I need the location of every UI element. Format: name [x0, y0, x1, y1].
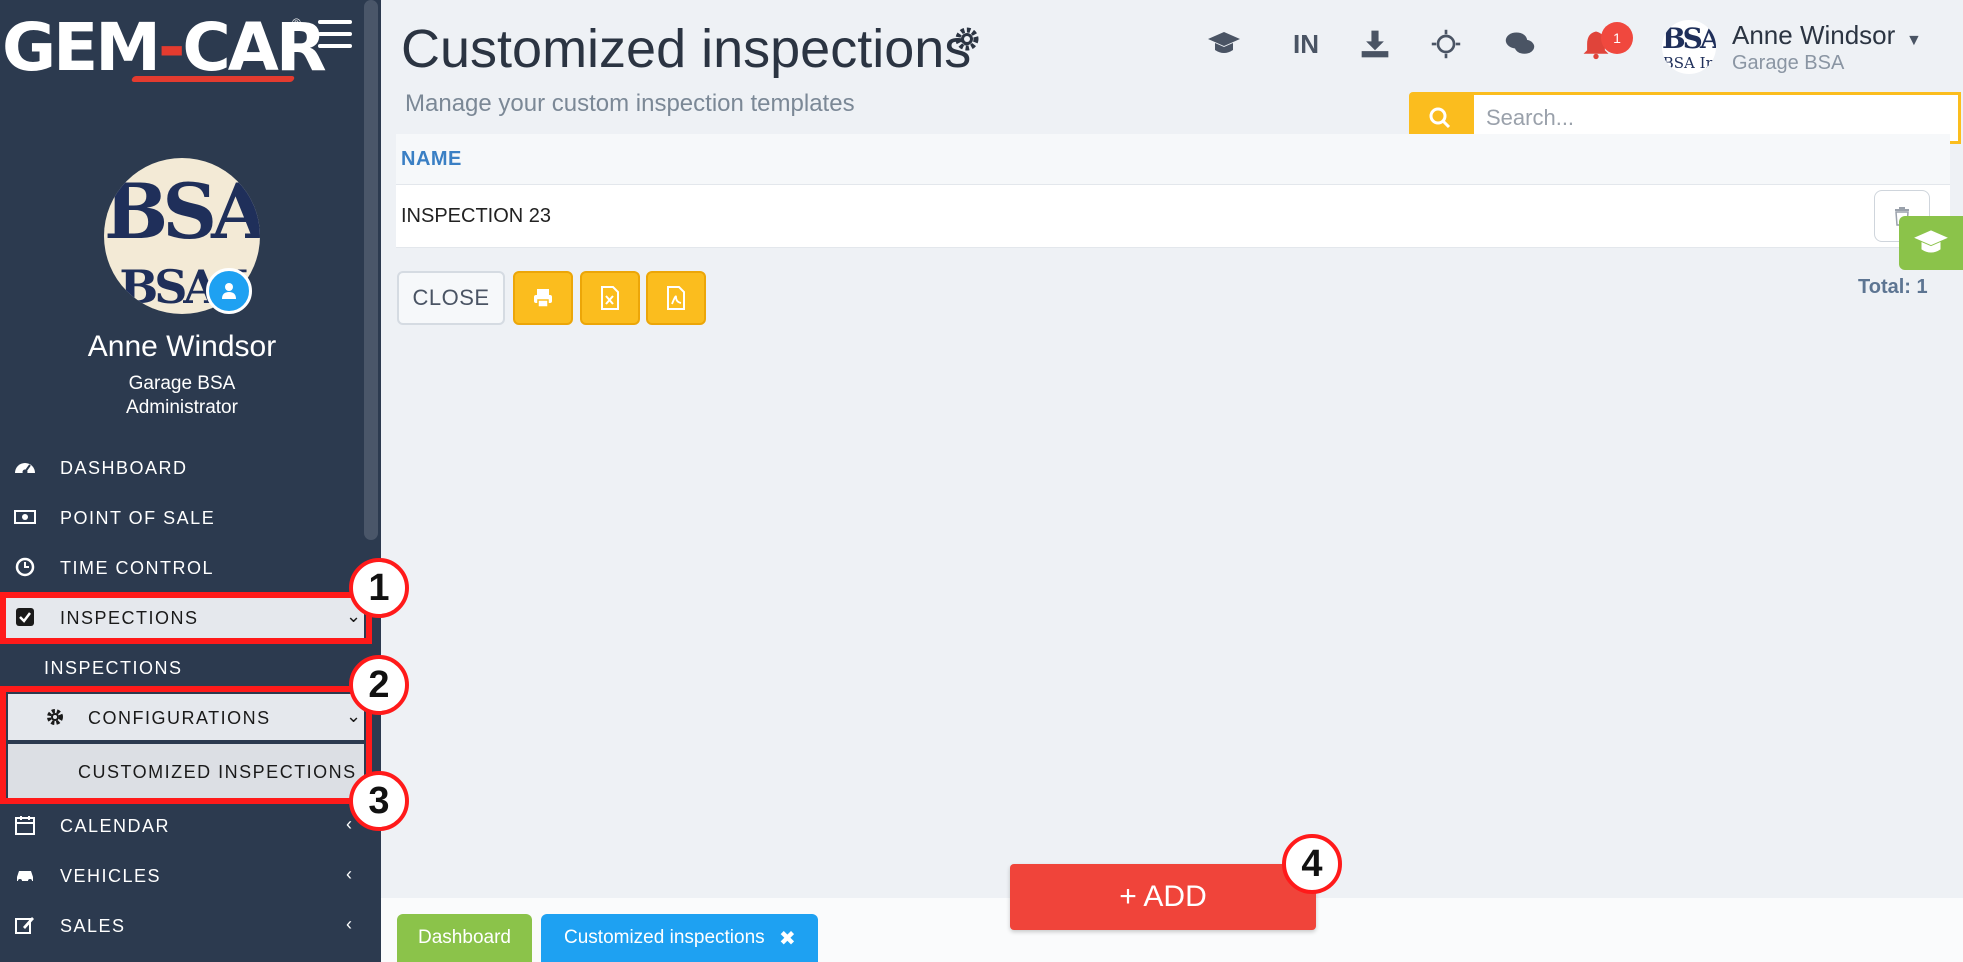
notification-badge: 1	[1601, 22, 1633, 54]
sidebar-item-label: INSPECTIONS	[44, 658, 183, 678]
logo-text: GEM-CAR	[2, 9, 327, 86]
header-user-name[interactable]: Anne Windsor	[1732, 20, 1895, 51]
profile-name: Anne Windsor	[87, 330, 277, 363]
sidebar-item-inspections[interactable]: INSPECTIONS ⌄	[0, 594, 364, 640]
sidebar: GEM-CAR ® BSA BSA I Anne Windsor Garage …	[0, 0, 381, 962]
sidebar-subitem-configurations[interactable]: CONFIGURATIONS ⌄	[8, 694, 364, 740]
header-user-company: Garage BSA	[1732, 52, 1845, 74]
sidebar-subitem-inspections[interactable]: INSPECTIONS	[0, 644, 364, 690]
caret-down-icon[interactable]: ▼	[1906, 32, 1922, 50]
close-button[interactable]: CLOSE	[397, 271, 505, 325]
download-icon[interactable]	[1357, 26, 1393, 62]
print-icon	[534, 289, 552, 308]
sidebar-item-label: VEHICLES	[60, 866, 162, 886]
calendar-icon	[15, 816, 35, 835]
sidebar-item-label: CONFIGURATIONS	[88, 708, 271, 728]
tab-label: Dashboard	[418, 927, 511, 948]
clock-icon	[15, 557, 35, 577]
annotation-marker-4: 4	[1282, 834, 1342, 894]
user-icon[interactable]	[206, 268, 252, 314]
page-subtitle: Manage your custom inspection templates	[405, 90, 855, 117]
sidebar-item-label: DASHBOARD	[60, 458, 188, 478]
sidebar-item-sales[interactable]: SALES ‹	[0, 902, 364, 948]
gear-icon	[47, 709, 63, 725]
graduation-cap-icon[interactable]	[1206, 26, 1242, 62]
tachometer-icon	[15, 463, 35, 475]
sidebar-item-point-of-sale[interactable]: POINT OF SALE	[0, 494, 364, 540]
gem-car-logo[interactable]: GEM-CAR ®	[2, 8, 327, 88]
total-count: Total: 1	[1858, 276, 1928, 298]
edit-icon	[15, 917, 34, 934]
chevron-left-icon: ‹	[346, 914, 354, 934]
chevron-down-icon: ⌄	[346, 706, 363, 726]
check-square-icon	[16, 608, 34, 626]
sidebar-item-dashboard[interactable]: DASHBOARD	[0, 444, 364, 490]
sidebar-item-calendar[interactable]: CALENDAR ‹	[0, 802, 364, 848]
menu-toggle-icon[interactable]	[318, 20, 352, 50]
sidebar-item-label: SALES	[60, 916, 126, 936]
tab-dashboard[interactable]: Dashboard	[397, 914, 532, 962]
brightness-icon[interactable]	[1428, 26, 1464, 62]
tab-customized-inspections[interactable]: Customized inspections ✖	[541, 914, 818, 962]
export-pdf-button[interactable]	[646, 271, 706, 325]
table-row[interactable]: INSPECTION 23	[396, 184, 1950, 248]
settings-gear-icon[interactable]	[954, 26, 980, 52]
sidebar-item-label: TIME CONTROL	[60, 558, 215, 578]
money-icon	[14, 510, 36, 524]
sidebar-subitem-customized-inspections[interactable]: CUSTOMIZED INSPECTIONS	[8, 744, 364, 800]
logo-swoosh	[130, 76, 296, 82]
annotation-marker-1: 1	[349, 558, 409, 618]
export-excel-button[interactable]	[580, 271, 640, 325]
user-avatar[interactable]: BSA BSA In	[1662, 20, 1716, 74]
tab-label: Customized inspections	[564, 927, 765, 948]
page-title: Customized inspections	[401, 19, 972, 79]
chevron-left-icon: ‹	[346, 864, 354, 884]
row-name-cell: INSPECTION 23	[401, 205, 552, 227]
close-tab-icon[interactable]: ✖	[779, 926, 796, 951]
sidebar-item-label: CUSTOMIZED INSPECTIONS	[78, 762, 357, 782]
sidebar-item-label: INSPECTIONS	[60, 608, 199, 628]
sidebar-scrollbar[interactable]	[364, 0, 378, 540]
sidebar-item-time-control[interactable]: TIME CONTROL	[0, 544, 364, 590]
sidebar-item-vehicles[interactable]: VEHICLES ‹	[0, 852, 364, 898]
search-icon	[1429, 107, 1451, 129]
pdf-file-icon	[667, 286, 685, 310]
excel-file-icon	[601, 286, 619, 310]
chat-icon[interactable]	[1502, 26, 1538, 62]
logo-registered-mark: ®	[292, 16, 301, 30]
annotation-marker-2: 2	[349, 655, 409, 715]
column-header-name[interactable]: NAME	[401, 148, 462, 171]
user-avatar-logo-text: BSA	[1662, 22, 1716, 55]
sidebar-item-label: POINT OF SALE	[60, 508, 216, 528]
annotation-marker-3: 3	[349, 771, 409, 831]
table-header: NAME	[396, 134, 1950, 184]
profile-company: Garage BSA	[128, 373, 236, 394]
profile-role: Administrator	[126, 397, 238, 418]
user-avatar-logo-subtext: BSA In	[1662, 54, 1716, 72]
language-selector[interactable]: IN	[1285, 26, 1327, 62]
sidebar-item-label: CALENDAR	[60, 816, 171, 836]
car-icon	[17, 871, 33, 883]
avatar-logo-text: BSA	[104, 167, 260, 256]
chevron-left-icon: ‹	[346, 814, 354, 834]
add-button[interactable]: + ADD	[1010, 864, 1316, 930]
print-button[interactable]	[513, 271, 573, 325]
help-graduation-cap-icon[interactable]	[1899, 216, 1963, 270]
